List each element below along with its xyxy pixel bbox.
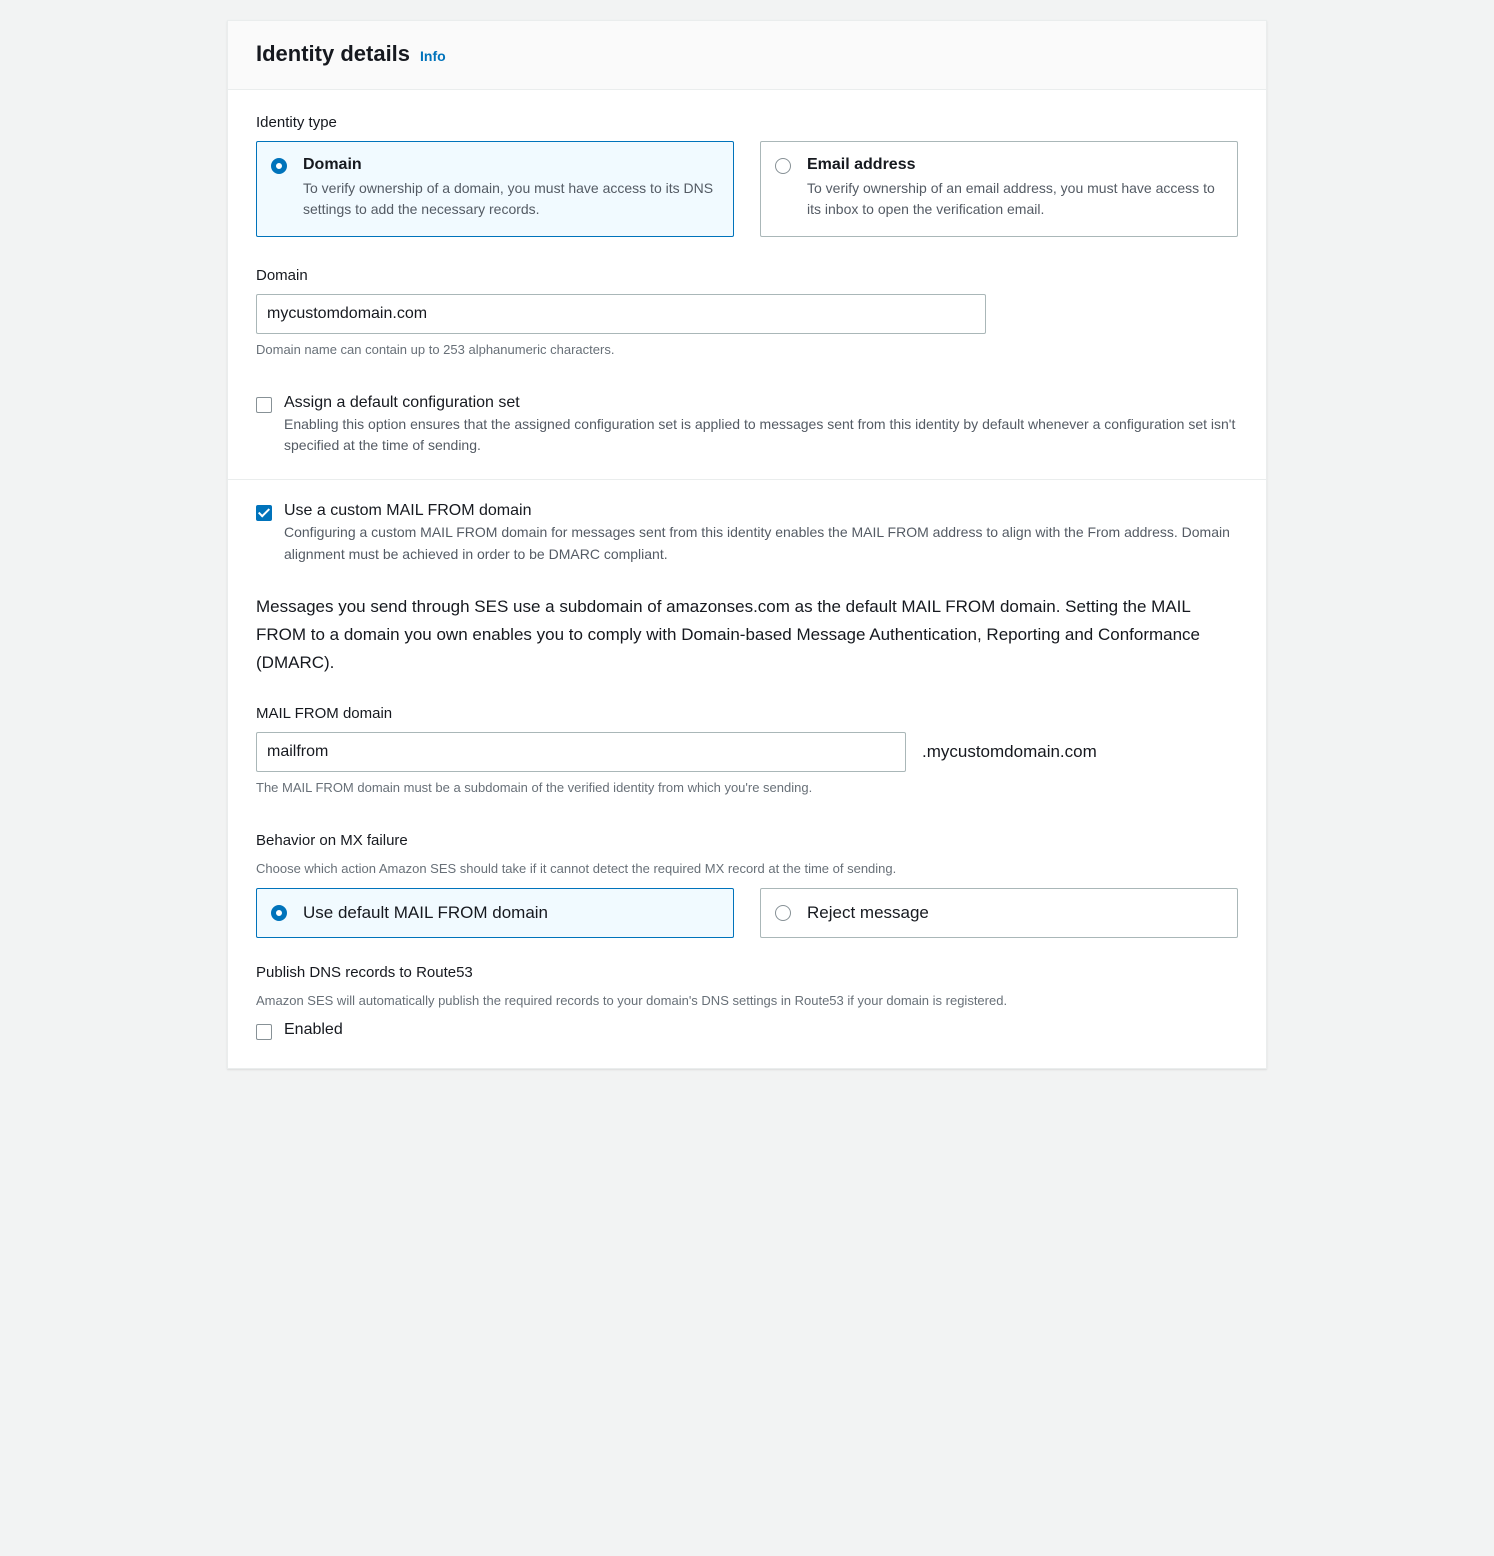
identity-type-email-title: Email address	[807, 156, 1221, 174]
route53-row: Enabled	[256, 1021, 1238, 1040]
mx-failure-reject[interactable]: Reject message	[760, 888, 1238, 938]
page-title: Identity details	[256, 41, 410, 67]
identity-type-options: Domain To verify ownership of a domain, …	[256, 141, 1238, 237]
identity-type-domain[interactable]: Domain To verify ownership of a domain, …	[256, 141, 734, 237]
mail-from-domain-row: .mycustomdomain.com	[256, 732, 1238, 772]
identity-type-email-desc: To verify ownership of an email address,…	[807, 178, 1221, 220]
mail-from-domain-label: MAIL FROM domain	[256, 705, 1238, 722]
radio-icon	[271, 158, 287, 174]
card-body: Identity type Domain To verify ownership…	[228, 90, 1266, 1068]
config-set-desc: Enabling this option ensures that the as…	[284, 414, 1238, 457]
identity-type-email[interactable]: Email address To verify ownership of an …	[760, 141, 1238, 237]
config-set-label: Assign a default configuration set	[284, 394, 1238, 412]
config-set-row: Assign a default configuration set Enabl…	[256, 394, 1238, 457]
mail-from-checkbox[interactable]	[256, 505, 272, 521]
identity-details-card: Identity details Info Identity type Doma…	[227, 20, 1267, 1069]
mail-from-paragraph: Messages you send through SES use a subd…	[256, 593, 1238, 677]
card-header: Identity details Info	[228, 21, 1266, 90]
mail-from-domain-hint: The MAIL FROM domain must be a subdomain…	[256, 778, 1238, 798]
domain-input[interactable]	[256, 294, 986, 334]
info-link[interactable]: Info	[420, 48, 446, 64]
config-set-checkbox[interactable]	[256, 397, 272, 413]
route53-checkbox-label: Enabled	[284, 1021, 1238, 1039]
route53-hint: Amazon SES will automatically publish th…	[256, 991, 1238, 1011]
divider	[228, 479, 1266, 480]
identity-type-domain-desc: To verify ownership of a domain, you mus…	[303, 178, 717, 220]
route53-label: Publish DNS records to Route53	[256, 964, 1238, 981]
mail-from-row: Use a custom MAIL FROM domain Configurin…	[256, 502, 1238, 565]
domain-hint: Domain name can contain up to 253 alphan…	[256, 340, 1238, 360]
radio-icon	[775, 158, 791, 174]
mx-failure-default-title: Use default MAIL FROM domain	[303, 903, 717, 923]
route53-checkbox[interactable]	[256, 1024, 272, 1040]
mx-failure-default[interactable]: Use default MAIL FROM domain	[256, 888, 734, 938]
mail-from-label: Use a custom MAIL FROM domain	[284, 502, 1238, 520]
mail-from-desc: Configuring a custom MAIL FROM domain fo…	[284, 522, 1238, 565]
mx-failure-hint: Choose which action Amazon SES should ta…	[256, 859, 1238, 879]
mx-failure-options: Use default MAIL FROM domain Reject mess…	[256, 888, 1238, 938]
radio-icon	[271, 905, 287, 921]
radio-icon	[775, 905, 791, 921]
mail-from-domain-input[interactable]	[256, 732, 906, 772]
identity-type-domain-title: Domain	[303, 156, 717, 174]
mx-failure-reject-title: Reject message	[807, 903, 1221, 923]
mail-from-domain-suffix: .mycustomdomain.com	[922, 742, 1097, 762]
mx-failure-label: Behavior on MX failure	[256, 832, 1238, 849]
identity-type-label: Identity type	[256, 114, 1238, 131]
domain-label: Domain	[256, 267, 1238, 284]
